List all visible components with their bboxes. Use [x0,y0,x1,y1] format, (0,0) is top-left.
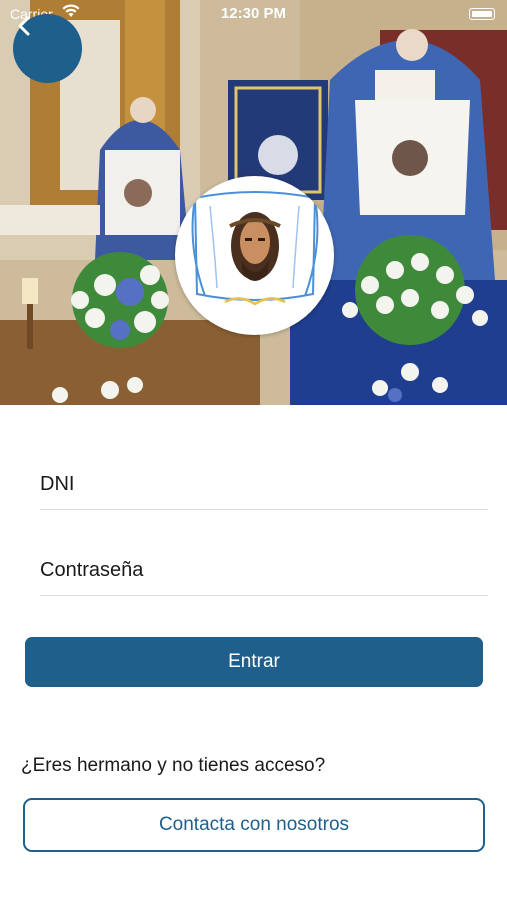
back-button[interactable] [13,14,82,83]
hero-image: Carrier 12:30 PM [0,0,507,405]
dni-field-container [40,460,488,510]
veronica-veil-logo [191,191,319,306]
status-bar: Carrier 12:30 PM [0,0,507,26]
status-time: 12:30 PM [220,5,287,22]
no-access-question: ¿Eres hermano y no tienes acceso? [21,755,326,776]
login-form: Entrar ¿Eres hermano y no tienes acceso?… [0,405,507,900]
password-input[interactable] [40,546,488,595]
login-button[interactable]: Entrar [25,637,483,687]
brotherhood-logo [175,176,334,335]
battery-icon [469,8,495,20]
chevron-left-icon [18,16,30,36]
password-field-container [40,546,488,596]
dni-input[interactable] [40,460,488,509]
contact-button[interactable]: Contacta con nosotros [23,798,485,852]
